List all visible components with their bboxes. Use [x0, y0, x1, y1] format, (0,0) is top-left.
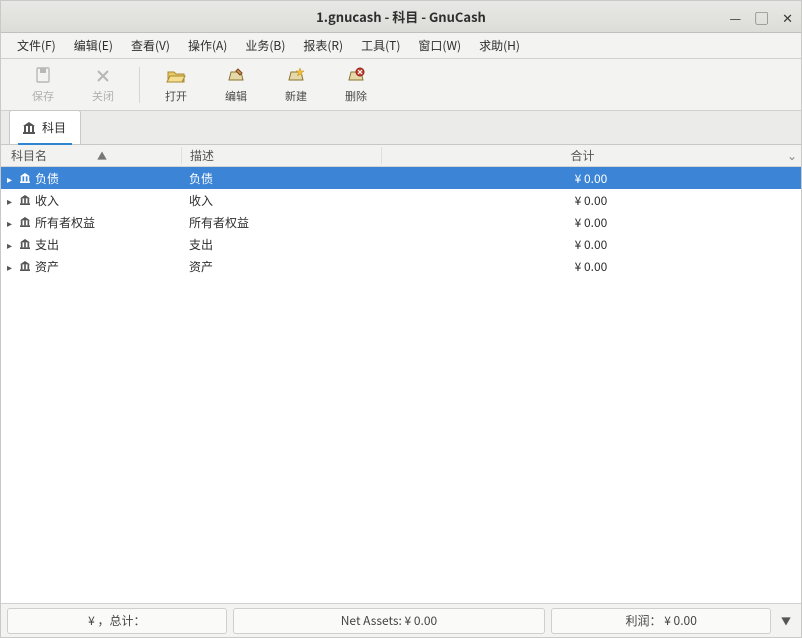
- delete-label: 删除: [345, 88, 367, 104]
- menu-window[interactable]: 窗口(W): [410, 34, 469, 57]
- app-window: 1.gnucash - 科目 - GnuCash — ▢ ✕ 文件(F) 编辑(…: [0, 0, 802, 638]
- statusbar: ¥ ，总计： Net Assets: ¥ 0.00 利润： ¥ 0.00 ▼: [1, 603, 801, 637]
- account-name: 收入: [35, 192, 59, 209]
- status-net-assets: Net Assets: ¥ 0.00: [233, 608, 546, 634]
- account-total: ¥ 0.00: [381, 236, 801, 253]
- menu-view[interactable]: 查看(V): [123, 34, 178, 57]
- edit-button[interactable]: 编辑: [206, 66, 266, 104]
- toolbar: 保存 关闭 打开 编辑 新建: [1, 59, 801, 111]
- account-desc: 所有者权益: [181, 214, 381, 231]
- tab-label: 科目: [42, 119, 66, 136]
- close-account-button[interactable]: 关闭: [73, 66, 133, 104]
- menubar: 文件(F) 编辑(E) 查看(V) 操作(A) 业务(B) 报表(R) 工具(T…: [1, 33, 801, 59]
- bank-icon: [22, 122, 36, 134]
- open-button[interactable]: 打开: [146, 66, 206, 104]
- minimize-button[interactable]: —: [729, 8, 741, 27]
- new-label: 新建: [285, 88, 307, 104]
- tabbar: 科目: [1, 111, 801, 145]
- bank-icon: [19, 195, 33, 205]
- account-total: ¥ 0.00: [381, 192, 801, 209]
- status-currency-total: ¥ ，总计：: [7, 608, 227, 634]
- menu-action[interactable]: 操作(A): [180, 34, 235, 57]
- expand-icon[interactable]: ▸: [7, 259, 17, 274]
- account-name: 所有者权益: [35, 214, 95, 231]
- bank-icon: [19, 239, 33, 249]
- table-row[interactable]: ▸ 所有者权益 所有者权益 ¥ 0.00: [1, 211, 801, 233]
- table-row[interactable]: ▸ 支出 支出 ¥ 0.00: [1, 233, 801, 255]
- table-row[interactable]: ▸ 负债 负债 ¥ 0.00: [1, 167, 801, 189]
- account-total: ¥ 0.00: [381, 258, 801, 275]
- save-button[interactable]: 保存: [13, 66, 73, 104]
- table-row[interactable]: ▸ 收入 收入 ¥ 0.00: [1, 189, 801, 211]
- close-button[interactable]: ✕: [782, 8, 793, 27]
- account-total: ¥ 0.00: [381, 170, 801, 187]
- delete-icon: [345, 66, 367, 86]
- header-total[interactable]: 合计: [381, 147, 783, 164]
- save-icon: [32, 66, 54, 86]
- header-name[interactable]: 科目名 ▲: [1, 147, 181, 164]
- edit-icon: [225, 66, 247, 86]
- close-label: 关闭: [92, 88, 114, 104]
- account-name: 资产: [35, 258, 59, 275]
- account-name: 支出: [35, 236, 59, 253]
- header-more[interactable]: ⌄: [783, 147, 801, 164]
- menu-tools[interactable]: 工具(T): [353, 34, 408, 57]
- maximize-button[interactable]: ▢: [755, 8, 768, 27]
- status-dropdown[interactable]: ▼: [777, 613, 795, 628]
- header-desc[interactable]: 描述: [181, 147, 381, 164]
- account-desc: 收入: [181, 192, 381, 209]
- menu-report[interactable]: 报表(R): [295, 34, 351, 57]
- menu-file[interactable]: 文件(F): [9, 34, 64, 57]
- titlebar: 1.gnucash - 科目 - GnuCash — ▢ ✕: [1, 1, 801, 33]
- menu-business[interactable]: 业务(B): [237, 34, 293, 57]
- window-title: 1.gnucash - 科目 - GnuCash: [1, 7, 801, 26]
- account-name: 负债: [35, 170, 59, 187]
- bank-icon: [19, 173, 33, 183]
- folder-open-icon: [165, 66, 187, 86]
- open-label: 打开: [165, 88, 187, 104]
- expand-icon[interactable]: ▸: [7, 237, 17, 252]
- new-button[interactable]: 新建: [266, 66, 326, 104]
- edit-label: 编辑: [225, 88, 247, 104]
- status-profit: 利润： ¥ 0.00: [551, 608, 771, 634]
- account-desc: 负债: [181, 170, 381, 187]
- delete-button[interactable]: 删除: [326, 66, 386, 104]
- account-desc: 资产: [181, 258, 381, 275]
- expand-icon[interactable]: ▸: [7, 171, 17, 186]
- sort-asc-icon: ▲: [97, 148, 107, 163]
- menu-edit[interactable]: 编辑(E): [66, 34, 121, 57]
- bank-icon: [19, 217, 33, 227]
- save-label: 保存: [32, 88, 54, 104]
- expand-icon[interactable]: ▸: [7, 215, 17, 230]
- account-tree[interactable]: ▸ 负债 负债 ¥ 0.00 ▸ 收入 收入 ¥ 0.00 ▸ 所有者权益 所有…: [1, 167, 801, 603]
- column-headers: 科目名 ▲ 描述 合计 ⌄: [1, 145, 801, 167]
- expand-icon[interactable]: ▸: [7, 193, 17, 208]
- account-desc: 支出: [181, 236, 381, 253]
- account-total: ¥ 0.00: [381, 214, 801, 231]
- bank-icon: [19, 261, 33, 271]
- new-icon: [285, 66, 307, 86]
- table-row[interactable]: ▸ 资产 资产 ¥ 0.00: [1, 255, 801, 277]
- toolbar-separator: [139, 67, 140, 103]
- window-controls: — ▢ ✕: [729, 1, 793, 33]
- menu-help[interactable]: 求助(H): [471, 34, 528, 57]
- tab-accounts[interactable]: 科目: [9, 110, 81, 144]
- close-icon: [92, 66, 114, 86]
